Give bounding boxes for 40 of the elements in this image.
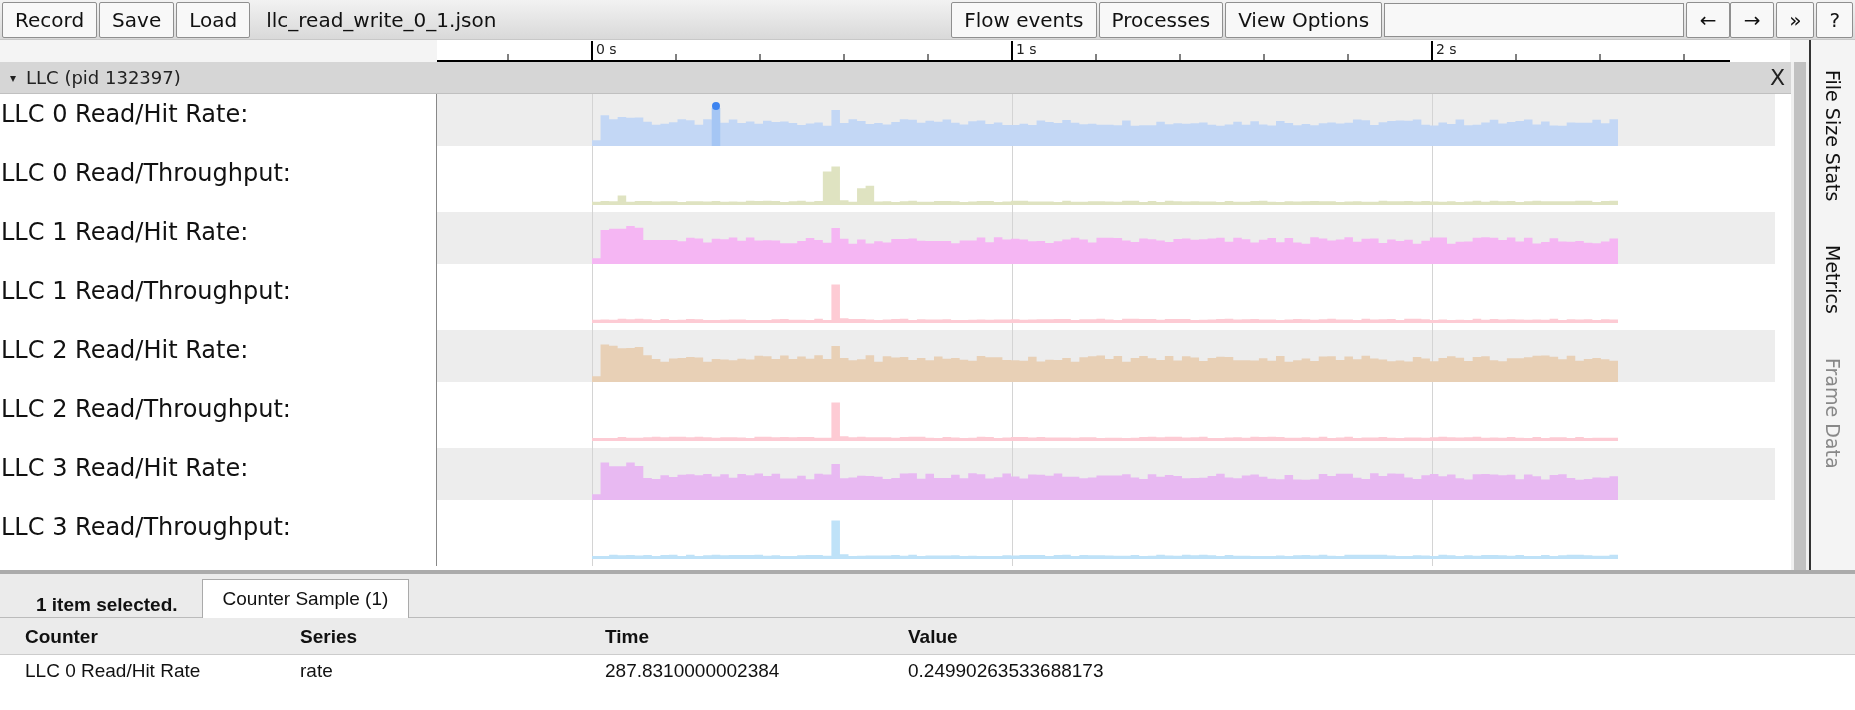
panel-tab[interactable]: Counter Sample (1)	[201, 579, 410, 618]
scrollbar-thumb[interactable]	[1794, 62, 1806, 570]
selection-summary: 1 item selected.	[36, 593, 178, 616]
collapse-toggle[interactable]: ▾	[10, 70, 17, 85]
track-label: LLC 0 Read/Throughput:	[0, 153, 437, 212]
file-name: llc_read_write_0_1.json	[265, 7, 498, 32]
time-label: 2 s	[1436, 41, 1457, 57]
track-label: LLC 0 Read/Hit Rate:	[0, 94, 437, 153]
help-button[interactable]: ?	[1816, 1, 1853, 38]
toolbar-button[interactable]: View Options	[1225, 1, 1383, 38]
table-cell: 287.8310000002384	[580, 654, 883, 687]
toolbar-button[interactable]: Flow events	[951, 1, 1097, 38]
close-button[interactable]: X	[1769, 65, 1785, 90]
arrow-button[interactable]: →	[1730, 1, 1775, 38]
column-header: Time	[580, 618, 883, 655]
toolbar-button[interactable]: Record	[2, 1, 98, 38]
track-label: LLC 2 Read/Throughput:	[0, 389, 437, 448]
process-title: LLC (pid 132397)	[26, 67, 182, 88]
column-header: Value	[883, 618, 1855, 655]
column-header: Counter	[0, 618, 275, 655]
time-label: 1 s	[1016, 41, 1037, 57]
table-cell: LLC 0 Read/Hit Rate	[0, 654, 275, 687]
selected-sample-marker[interactable]	[711, 102, 721, 146]
search-field[interactable]	[1384, 2, 1685, 37]
column-header: Series	[275, 618, 580, 655]
track-label: LLC 1 Read/Hit Rate:	[0, 212, 437, 271]
track-label: LLC 3 Read/Hit Rate:	[0, 448, 437, 507]
track-label: LLC 1 Read/Throughput:	[0, 271, 437, 330]
toolbar-button[interactable]: Load	[176, 1, 251, 38]
toolbar-button[interactable]: Save	[99, 1, 175, 38]
time-label: 0 s	[596, 41, 617, 57]
toolbar-button[interactable]: Processes	[1098, 1, 1224, 38]
track-label: LLC 2 Read/Hit Rate:	[0, 330, 437, 389]
table-cell: rate	[275, 654, 580, 687]
arrow-button[interactable]: ←	[1686, 1, 1731, 38]
table-cell: 0.24990263533688173	[883, 654, 1855, 687]
track-label: LLC 3 Read/Throughput:	[0, 507, 437, 566]
more-button[interactable]: »	[1776, 1, 1815, 38]
side-tab[interactable]: File Size Stats	[1822, 70, 1844, 202]
side-tab[interactable]: Metrics	[1822, 245, 1844, 315]
